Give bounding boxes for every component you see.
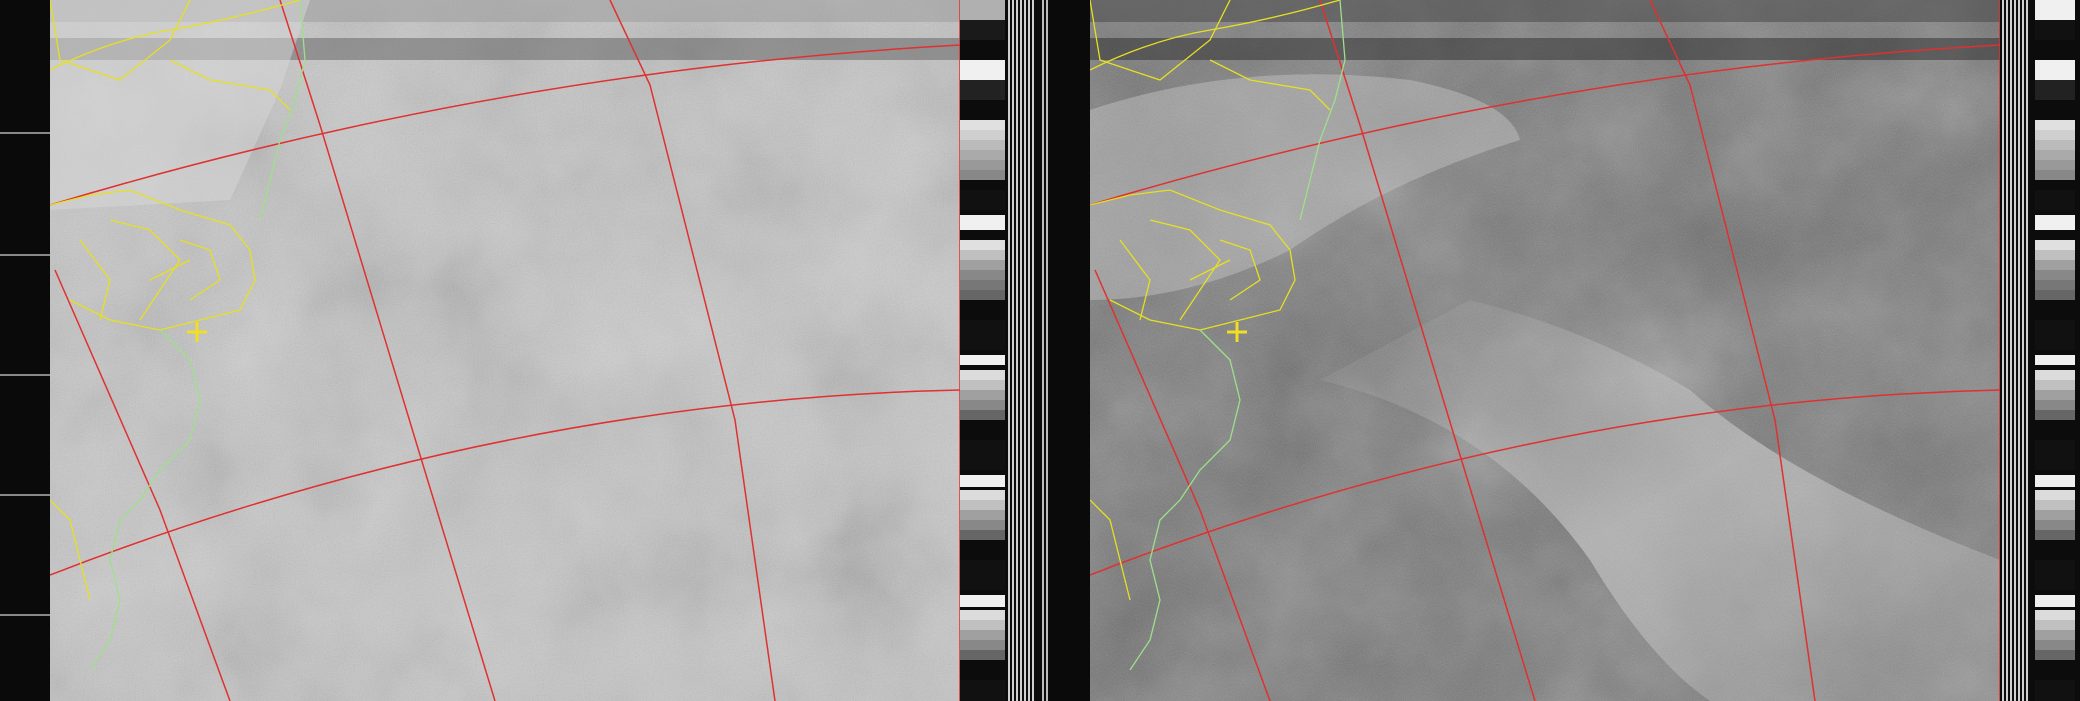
channel-b xyxy=(1040,0,2080,701)
sync-strip-a xyxy=(0,0,50,701)
channel-a xyxy=(0,0,1040,701)
sync-strip-b xyxy=(1040,0,1090,701)
satellite-image-b xyxy=(1090,0,2000,701)
satellite-image-a xyxy=(50,0,960,701)
telemetry-strip-a xyxy=(960,0,1040,701)
telemetry-strip-b xyxy=(2000,0,2080,701)
